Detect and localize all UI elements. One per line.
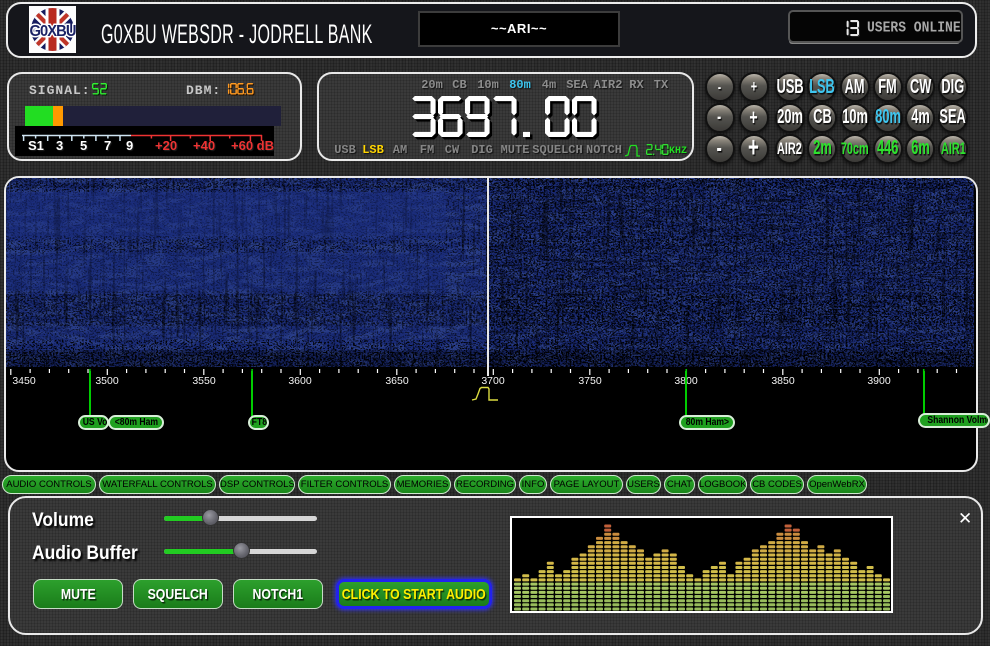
svg-text:G0XBU: G0XBU: [29, 22, 76, 40]
